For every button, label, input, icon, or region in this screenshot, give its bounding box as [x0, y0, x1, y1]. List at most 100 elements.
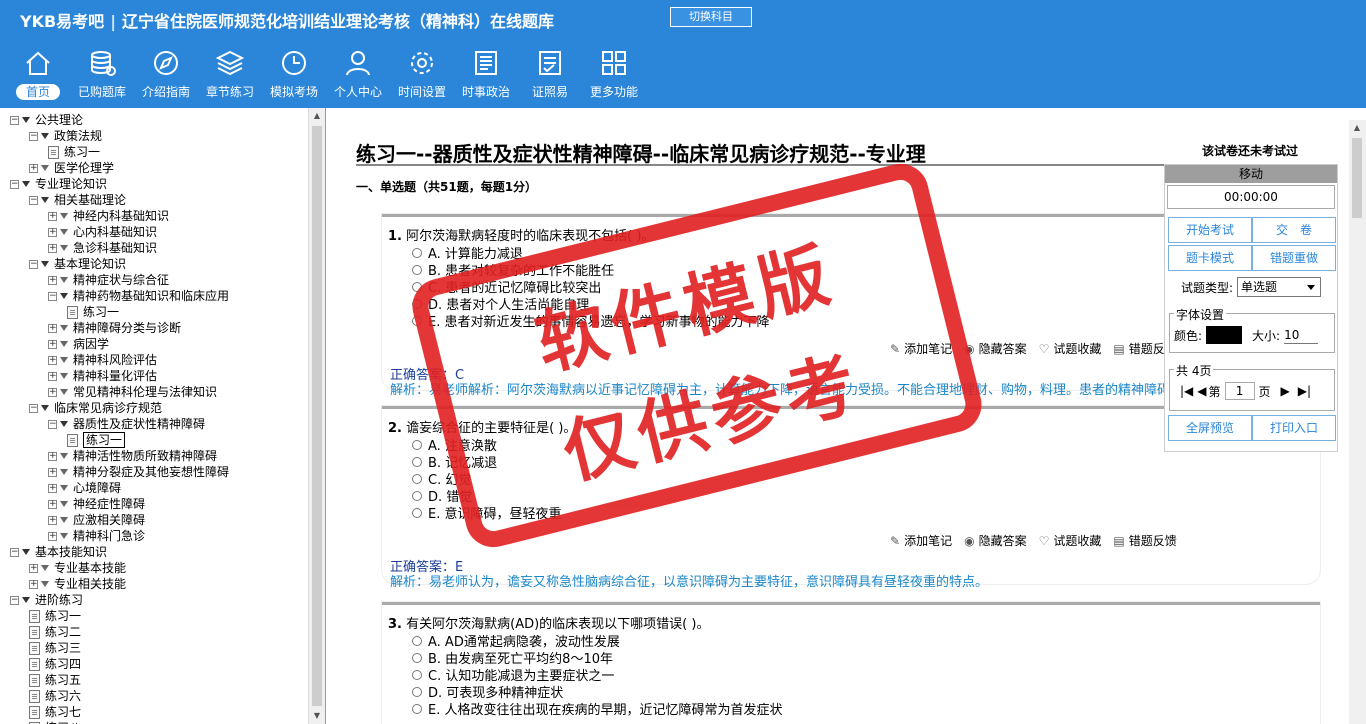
- tree-item[interactable]: + 心内科基础知识: [48, 224, 157, 240]
- expander-icon[interactable]: +: [48, 227, 57, 237]
- tree-item[interactable]: + 心境障碍: [48, 480, 121, 496]
- expander-icon[interactable]: +: [48, 211, 57, 221]
- tree-item[interactable]: + 急诊科基础知识: [48, 240, 157, 256]
- expander-icon[interactable]: +: [48, 499, 57, 509]
- tree-item[interactable]: + 精神活性物质所致精神障碍: [48, 448, 217, 464]
- tree-item[interactable]: 练习一: [48, 144, 100, 160]
- option[interactable]: E. 意识障碍，昼轻夜重: [412, 503, 561, 522]
- radio-icon[interactable]: [412, 281, 422, 292]
- expander-icon[interactable]: −: [29, 131, 38, 141]
- expander-icon[interactable]: +: [29, 163, 38, 173]
- nav-item-5[interactable]: 个人中心: [326, 48, 390, 102]
- expander-icon[interactable]: +: [48, 323, 57, 333]
- tree-item[interactable]: + 医学伦理学: [29, 160, 114, 176]
- nav-item-2[interactable]: 介绍指南: [134, 48, 198, 102]
- nav-item-8[interactable]: 证照易: [518, 48, 582, 102]
- radio-icon[interactable]: [412, 703, 422, 714]
- tree-item[interactable]: − 公共理论: [10, 112, 83, 128]
- nav-item-1[interactable]: 已购题库: [70, 48, 134, 102]
- radio-icon[interactable]: [412, 490, 422, 501]
- color-picker[interactable]: [1206, 326, 1243, 344]
- expander-icon[interactable]: −: [48, 419, 57, 429]
- last-page-icon[interactable]: ▶|: [1298, 384, 1311, 398]
- favorite-button[interactable]: ♡ 试题收藏: [1039, 340, 1102, 357]
- page-input[interactable]: 1: [1224, 382, 1255, 400]
- tree-item[interactable]: + 精神分裂症及其他妄想性障碍: [48, 464, 229, 480]
- tree-item[interactable]: − 基本技能知识: [10, 544, 107, 560]
- expander-icon[interactable]: +: [48, 275, 57, 285]
- tree-item[interactable]: + 病因学: [48, 336, 109, 352]
- add-note-button[interactable]: ✎ 添加笔记: [890, 532, 952, 549]
- tree-item[interactable]: + 精神科门急诊: [48, 528, 145, 544]
- tree-item[interactable]: − 专业理论知识: [10, 176, 107, 192]
- main-scroll-up-icon[interactable]: ▲: [1349, 120, 1365, 136]
- expander-icon[interactable]: −: [10, 595, 19, 605]
- expander-icon[interactable]: +: [48, 515, 57, 525]
- radio-icon[interactable]: [412, 686, 422, 697]
- tree-item[interactable]: + 专业相关技能: [29, 576, 126, 592]
- radio-icon[interactable]: [412, 298, 422, 309]
- expander-icon[interactable]: −: [29, 403, 38, 413]
- add-note-button[interactable]: ✎ 添加笔记: [890, 340, 952, 357]
- nav-item-4[interactable]: 模拟考场: [262, 48, 326, 102]
- expander-icon[interactable]: +: [48, 387, 57, 397]
- expander-icon[interactable]: +: [48, 339, 57, 349]
- tree-item[interactable]: − 精神药物基础知识和临床应用: [48, 288, 229, 304]
- nav-item-9[interactable]: 更多功能: [582, 48, 646, 102]
- prev-page-icon[interactable]: ◀: [1197, 384, 1206, 398]
- tree-item[interactable]: 练习八: [29, 720, 81, 724]
- expander-icon[interactable]: +: [48, 483, 57, 493]
- question-type-select[interactable]: 单选题: [1237, 277, 1322, 297]
- option[interactable]: E. 患者对新近发生的事情容易遗忘，学习新事物的能力下降: [412, 311, 769, 330]
- favorite-button[interactable]: ♡ 试题收藏: [1039, 532, 1102, 549]
- expander-icon[interactable]: +: [48, 355, 57, 365]
- expander-icon[interactable]: +: [48, 451, 57, 461]
- tree-item[interactable]: 练习三: [29, 640, 81, 656]
- radio-icon[interactable]: [412, 635, 422, 646]
- expander-icon[interactable]: −: [29, 195, 38, 205]
- tree-item[interactable]: − 基本理论知识: [29, 256, 126, 272]
- start-exam-button[interactable]: 开始考试: [1168, 217, 1252, 243]
- nav-item-6[interactable]: 时间设置: [390, 48, 454, 102]
- first-page-icon[interactable]: |◀: [1180, 384, 1193, 398]
- tree-item[interactable]: 练习一: [67, 304, 119, 320]
- radio-icon[interactable]: [412, 473, 422, 484]
- tree-item[interactable]: 练习六: [29, 688, 81, 704]
- radio-icon[interactable]: [412, 507, 422, 518]
- tree-item[interactable]: − 器质性及症状性精神障碍: [48, 416, 205, 432]
- tree-item[interactable]: + 精神障碍分类与诊断: [48, 320, 181, 336]
- next-page-icon[interactable]: ▶: [1281, 384, 1290, 398]
- tree-item[interactable]: − 相关基础理论: [29, 192, 126, 208]
- tree-item[interactable]: + 神经症性障碍: [48, 496, 145, 512]
- option[interactable]: E. 人格改变往往出现在疾病的早期，近记忆障碍常为首发症状: [412, 699, 782, 718]
- tree-item[interactable]: + 常见精神科伦理与法律知识: [48, 384, 217, 400]
- radio-icon[interactable]: [412, 315, 422, 326]
- tree-item[interactable]: 练习一: [29, 608, 81, 624]
- radio-icon[interactable]: [412, 264, 422, 275]
- submit-button[interactable]: 交 卷: [1252, 217, 1336, 243]
- expander-icon[interactable]: +: [48, 467, 57, 477]
- print-button[interactable]: 打印入口: [1252, 415, 1336, 441]
- expander-icon[interactable]: −: [10, 115, 19, 125]
- tree-item[interactable]: 练习四: [29, 656, 81, 672]
- expander-icon[interactable]: −: [48, 291, 57, 301]
- font-size-input[interactable]: 10: [1284, 326, 1319, 344]
- radio-icon[interactable]: [412, 439, 422, 450]
- expander-icon[interactable]: +: [29, 563, 38, 573]
- scroll-up-icon[interactable]: ▲: [309, 108, 325, 124]
- main-scrollbar[interactable]: ▲: [1349, 120, 1366, 724]
- tree-item[interactable]: 练习二: [29, 624, 81, 640]
- card-mode-button[interactable]: 题卡模式: [1168, 245, 1252, 271]
- expander-icon[interactable]: −: [10, 179, 19, 189]
- switch-subject-button[interactable]: 切换科目: [670, 7, 752, 27]
- tree-item[interactable]: + 精神科量化评估: [48, 368, 157, 384]
- feedback-button[interactable]: ▤ 错题反馈: [1113, 532, 1176, 549]
- nav-item-0[interactable]: 首页: [6, 48, 70, 102]
- tree-item[interactable]: − 进阶练习: [10, 592, 83, 608]
- sidebar-scroll-thumb[interactable]: [312, 126, 322, 706]
- radio-icon[interactable]: [412, 669, 422, 680]
- main-scroll-thumb[interactable]: [1352, 138, 1362, 218]
- tree-item[interactable]: + 精神科风险评估: [48, 352, 157, 368]
- panel-drag-handle[interactable]: 移动: [1165, 165, 1337, 183]
- expander-icon[interactable]: +: [48, 243, 57, 253]
